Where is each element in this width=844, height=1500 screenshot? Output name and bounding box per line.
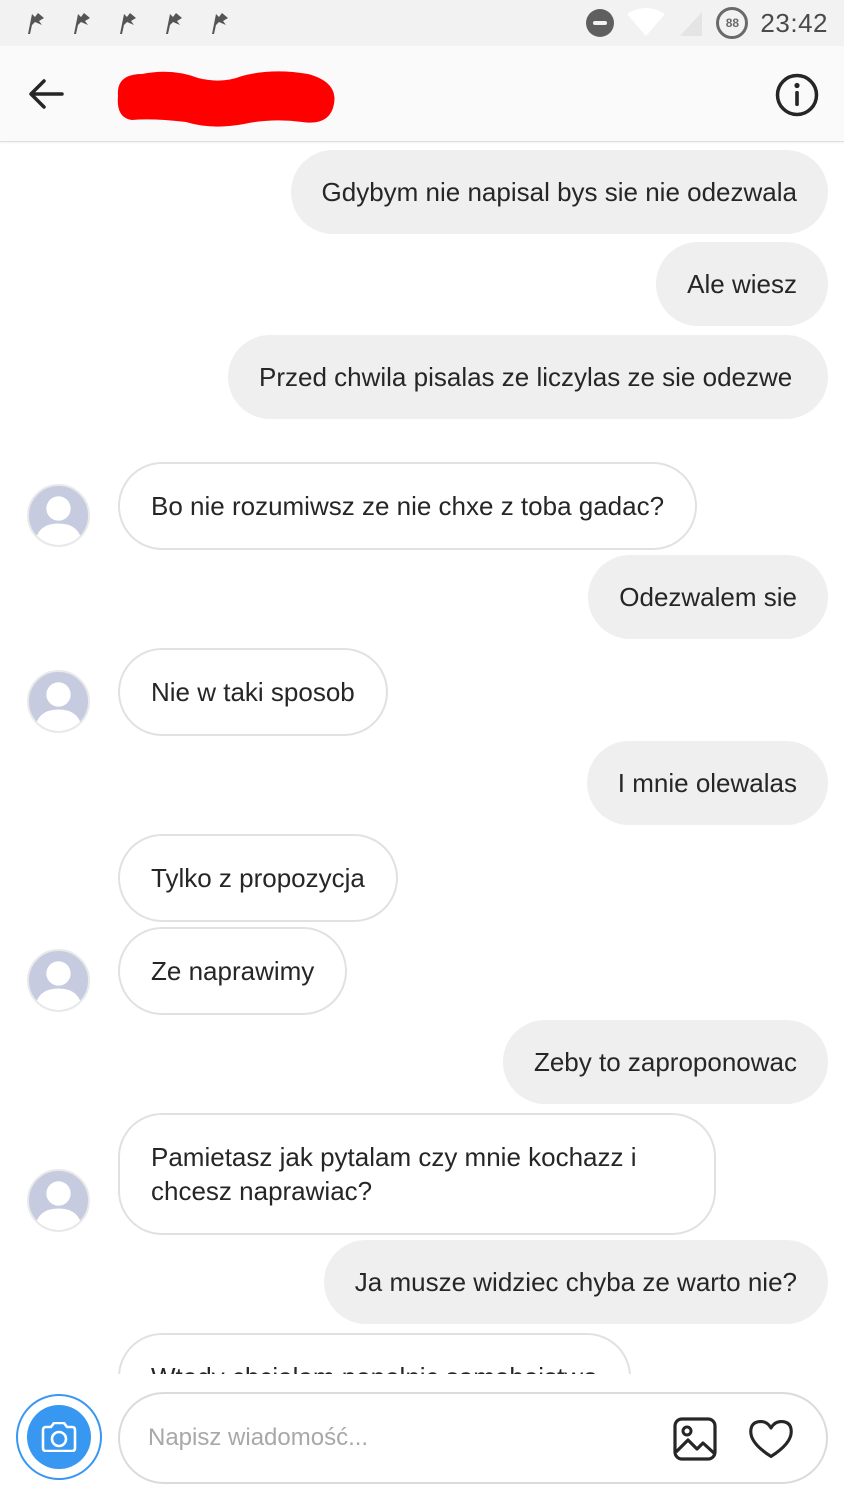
incoming-message-bubble[interactable]: Wtedy chcialam popelnic samobojstwo — [118, 1333, 631, 1374]
wifi-icon — [626, 8, 666, 38]
like-button[interactable] — [748, 1416, 798, 1462]
gallery-icon — [673, 1417, 717, 1461]
avatar[interactable] — [27, 484, 90, 547]
default-user-icon — [34, 1181, 83, 1230]
message-composer — [0, 1374, 844, 1500]
outgoing-message-bubble[interactable]: Ale wiesz — [656, 242, 828, 326]
do-not-disturb-icon — [586, 9, 615, 37]
message-input-container — [118, 1392, 828, 1484]
avatar[interactable] — [27, 1169, 90, 1232]
info-button[interactable] — [774, 72, 820, 118]
flag-icon — [24, 10, 48, 36]
incoming-message-bubble[interactable]: Tylko z propozycja — [118, 834, 398, 922]
status-time: 23:42 — [760, 7, 828, 38]
outgoing-message-bubble[interactable]: Zeby to zaproponowac — [502, 1020, 828, 1104]
outgoing-message-bubble[interactable]: I mnie olewalas — [586, 741, 828, 825]
outgoing-message-bubble[interactable]: Ja musze widziec chyba ze warto nie? — [323, 1240, 828, 1324]
notification-icons — [24, 10, 232, 36]
gallery-button[interactable] — [672, 1416, 718, 1462]
default-user-icon — [34, 682, 83, 731]
flag-icon — [162, 10, 186, 36]
chat-header — [0, 46, 844, 142]
default-user-icon — [34, 496, 83, 545]
incoming-message-bubble[interactable]: Pamietasz jak pytalam czy mnie kochazz i… — [118, 1113, 716, 1235]
incoming-message-bubble[interactable]: Ze naprawimy — [118, 927, 348, 1015]
incoming-message-bubble[interactable]: Nie w taki sposob — [118, 648, 388, 736]
outgoing-message-bubble[interactable]: Przed chwila pisalas ze liczylas ze sie … — [228, 335, 828, 419]
arrow-left-icon — [29, 79, 64, 109]
camera-icon — [41, 1422, 77, 1452]
avatar[interactable] — [27, 949, 90, 1012]
flag-icon — [70, 10, 94, 36]
outgoing-message-bubble[interactable]: Gdybym nie napisal bys sie nie odezwala — [290, 150, 828, 234]
heart-icon — [749, 1419, 793, 1459]
message-list[interactable]: Gdybym nie napisal bys sie nie odezwala … — [0, 142, 844, 1374]
flag-icon — [208, 10, 232, 36]
redacted-contact-name — [117, 71, 335, 127]
default-user-icon — [34, 961, 83, 1010]
camera-button[interactable] — [16, 1394, 102, 1480]
info-icon — [775, 73, 819, 117]
system-status-icons: 88 23:42 — [586, 6, 828, 40]
avatar[interactable] — [27, 670, 90, 733]
back-button[interactable] — [22, 72, 70, 116]
battery-icon: 88 — [716, 7, 749, 39]
incoming-message-bubble[interactable]: Bo nie rozumiwsz ze nie chxe z toba gada… — [118, 462, 698, 550]
message-input[interactable] — [148, 1416, 648, 1460]
cell-signal-icon — [678, 8, 704, 38]
status-bar: 88 23:42 — [0, 0, 844, 46]
flag-icon — [116, 10, 140, 36]
outgoing-message-bubble[interactable]: Odezwalem sie — [588, 555, 828, 639]
